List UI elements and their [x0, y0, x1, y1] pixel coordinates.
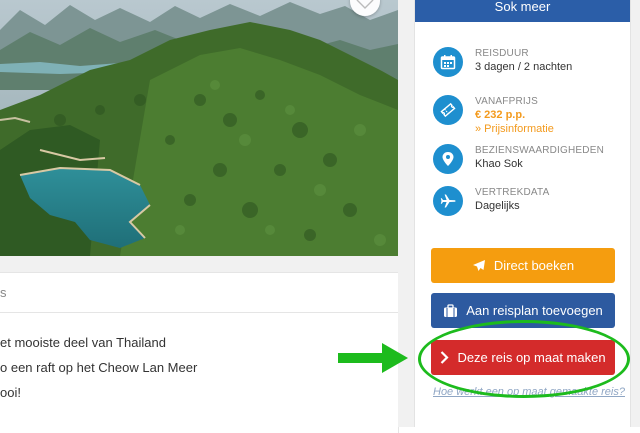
how-custom-trip-works-link[interactable]: Hoe werkt een op maat gemaakte reis?	[433, 386, 625, 398]
airplane-icon	[433, 186, 463, 216]
content-gap	[0, 256, 398, 272]
customize-trip-label: Deze reis op maat maken	[457, 350, 606, 365]
add-to-plan-button[interactable]: Aan reisplan toevoegen	[431, 293, 615, 328]
customize-trip-button[interactable]: Deze reis op maat maken	[431, 340, 615, 375]
card-divider	[0, 312, 398, 313]
departure-value: Dagelijks	[475, 200, 520, 212]
price-value: € 232 p.p.	[475, 109, 526, 121]
suitcase-icon	[443, 303, 458, 318]
sights-label: BEZIENSWAARDIGHEDEN	[475, 145, 605, 156]
duration-value: 3 dagen / 2 nachten	[475, 61, 573, 73]
booking-sidebar: Sok meer REISDUUR 3 dagen / 2 nachten VA…	[414, 0, 631, 427]
sidebar-title: Sok meer	[415, 0, 630, 22]
ticket-icon	[433, 95, 463, 125]
departure-label: VERTREKDATA	[475, 187, 550, 198]
calendar-icon	[433, 47, 463, 77]
highlight-item: ooi!	[0, 385, 21, 400]
sights-value: Khao Sok	[475, 158, 523, 170]
chevron-right-icon	[440, 351, 449, 364]
hero-image	[0, 0, 398, 256]
paper-plane-icon	[472, 259, 486, 273]
highlight-item: o een raft op het Cheow Lan Meer	[0, 360, 198, 375]
direct-book-label: Direct boeken	[493, 258, 575, 273]
highlight-item: et mooiste deel van Thailand	[0, 335, 166, 350]
price-label: VANAFPRIJS	[475, 96, 538, 107]
direct-book-button[interactable]: Direct boeken	[431, 248, 615, 283]
annotation-arrow-icon	[338, 343, 408, 373]
heart-icon	[356, 0, 374, 9]
add-to-plan-label: Aan reisplan toevoegen	[466, 303, 603, 318]
card-tab-label[interactable]: s	[0, 285, 7, 300]
location-pin-icon	[433, 144, 463, 174]
duration-label: REISDUUR	[475, 48, 529, 59]
price-info-link[interactable]: » Prijsinformatie	[475, 122, 554, 136]
